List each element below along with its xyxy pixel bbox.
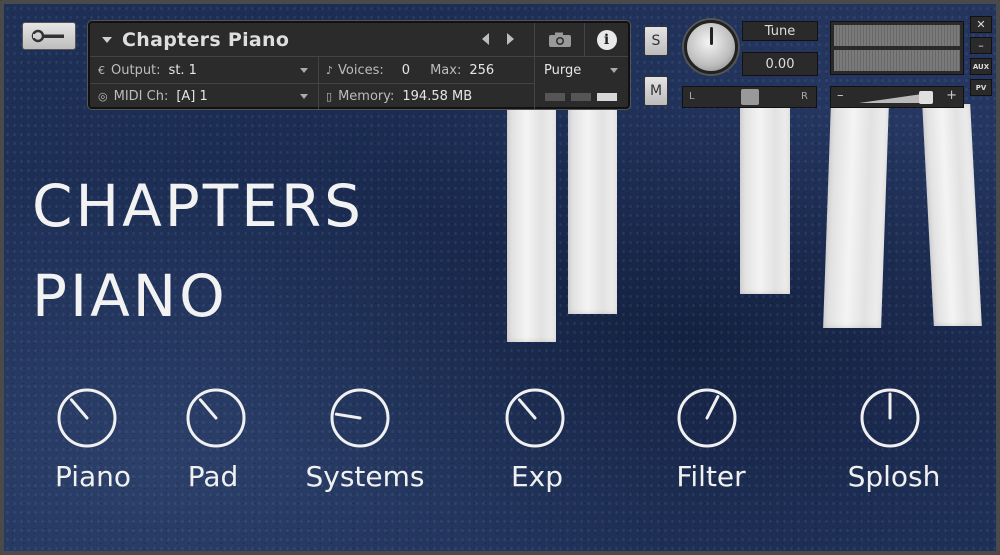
pan-right-label: R xyxy=(801,91,808,102)
instrument-header-panel: Chapters Piano i € Output: st. 1 ◎ MIDI … xyxy=(88,21,630,109)
tune-label: Tune xyxy=(742,21,818,41)
mute-button[interactable]: M xyxy=(644,76,668,106)
purge-meter xyxy=(545,93,617,101)
output-label: Output: xyxy=(111,62,161,78)
output-level-meter xyxy=(830,21,964,75)
minimize-button[interactable]: – xyxy=(970,37,992,54)
knob-pointer xyxy=(198,398,218,420)
key-stripe-1 xyxy=(507,104,556,342)
chevron-down-icon xyxy=(300,94,308,99)
knob-dial xyxy=(677,388,737,448)
knob-exp[interactable] xyxy=(504,387,566,449)
key-stripe-2 xyxy=(568,104,617,314)
tune-value[interactable]: 0.00 xyxy=(742,52,818,76)
output-icon: € xyxy=(98,63,105,77)
knob-splosh[interactable] xyxy=(859,387,921,449)
instrument-menu-arrow-icon[interactable] xyxy=(102,36,112,43)
knob-dial xyxy=(860,388,920,448)
knob-piano[interactable] xyxy=(56,387,118,449)
divider xyxy=(90,83,534,84)
knob-pointer xyxy=(517,398,537,420)
product-title-line-1: CHAPTERS xyxy=(32,172,364,240)
divider xyxy=(318,57,319,109)
knob-label-systems: Systems xyxy=(305,460,425,493)
level-meter-right xyxy=(834,50,960,71)
key-stripe-3 xyxy=(740,104,790,294)
meter-block xyxy=(545,93,565,101)
knob-systems[interactable] xyxy=(329,387,391,449)
purge-label: Purge xyxy=(544,62,582,78)
snapshot-camera-button[interactable] xyxy=(534,23,584,57)
solo-button[interactable]: S xyxy=(644,26,668,56)
tune-knob[interactable] xyxy=(684,20,738,74)
voices-value: 0 xyxy=(401,62,411,78)
chevron-down-icon xyxy=(300,68,308,73)
midi-icon: ◎ xyxy=(98,89,108,103)
divider xyxy=(534,57,535,109)
memory-label: Memory: xyxy=(338,88,395,104)
max-value[interactable]: 256 xyxy=(469,63,494,78)
pan-handle[interactable] xyxy=(741,89,759,105)
product-title-line-2: PIANO xyxy=(32,262,228,330)
instrument-title-row: Chapters Piano xyxy=(90,23,534,57)
pv-button[interactable]: PV xyxy=(970,79,992,96)
level-meter-left xyxy=(834,25,960,46)
voices-icon: ♪ xyxy=(326,63,334,77)
knob-dial xyxy=(330,388,390,448)
purge-menu[interactable]: Purge xyxy=(544,60,624,80)
knob-label-exp: Exp xyxy=(510,460,564,493)
knob-label-filter: Filter xyxy=(676,460,746,493)
chevron-down-icon xyxy=(610,68,618,73)
voices-label: Voices: xyxy=(338,62,384,78)
pan-slider[interactable]: L R xyxy=(682,86,817,108)
key-stripe-4 xyxy=(823,104,889,328)
midi-label: MIDI Ch: xyxy=(113,88,169,104)
close-button[interactable]: ✕ xyxy=(970,16,992,33)
volume-slider[interactable]: – + xyxy=(830,86,964,108)
edit-wrench-button[interactable] xyxy=(22,22,76,50)
meter-block xyxy=(597,93,617,101)
knob-pointer xyxy=(69,398,89,420)
volume-plus-label: + xyxy=(946,88,957,103)
output-selector[interactable]: € Output: st. 1 xyxy=(98,60,312,80)
midi-channel-selector[interactable]: ◎ MIDI Ch: [A] 1 xyxy=(98,86,312,106)
meter-block xyxy=(571,93,591,101)
info-button[interactable]: i xyxy=(584,23,628,57)
instrument-nav-arrows xyxy=(482,33,514,45)
memory-value: 194.58 MB xyxy=(402,88,473,104)
instrument-frame: Chapters Piano i € Output: st. 1 ◎ MIDI … xyxy=(0,0,1000,555)
memory-readout: ▯ Memory: 194.58 MB xyxy=(326,86,526,106)
knob-pointer xyxy=(705,395,720,420)
knob-label-splosh: Splosh xyxy=(847,460,941,493)
wrench-icon xyxy=(31,29,64,43)
knob-dial xyxy=(505,388,565,448)
next-instrument-icon[interactable] xyxy=(507,33,514,45)
instrument-name[interactable]: Chapters Piano xyxy=(122,29,289,51)
voices-readout: ♪ Voices: 0 Max: 256 xyxy=(326,60,526,80)
memory-icon: ▯ xyxy=(326,89,333,103)
max-label: Max: xyxy=(430,62,462,78)
knob-label-pad: Pad xyxy=(187,460,239,493)
volume-handle[interactable] xyxy=(919,91,933,104)
knob-pointer xyxy=(334,412,362,420)
info-icon: i xyxy=(596,29,617,50)
midi-value: [A] 1 xyxy=(176,88,208,104)
camera-icon xyxy=(548,32,571,47)
pan-left-label: L xyxy=(689,91,695,102)
knob-dial xyxy=(57,388,117,448)
knob-pad[interactable] xyxy=(185,387,247,449)
knob-dial xyxy=(186,388,246,448)
previous-instrument-icon[interactable] xyxy=(482,33,489,45)
volume-minus-label: – xyxy=(837,88,844,103)
knob-filter[interactable] xyxy=(676,387,738,449)
output-value: st. 1 xyxy=(168,62,197,78)
aux-button[interactable]: AUX xyxy=(970,58,992,75)
